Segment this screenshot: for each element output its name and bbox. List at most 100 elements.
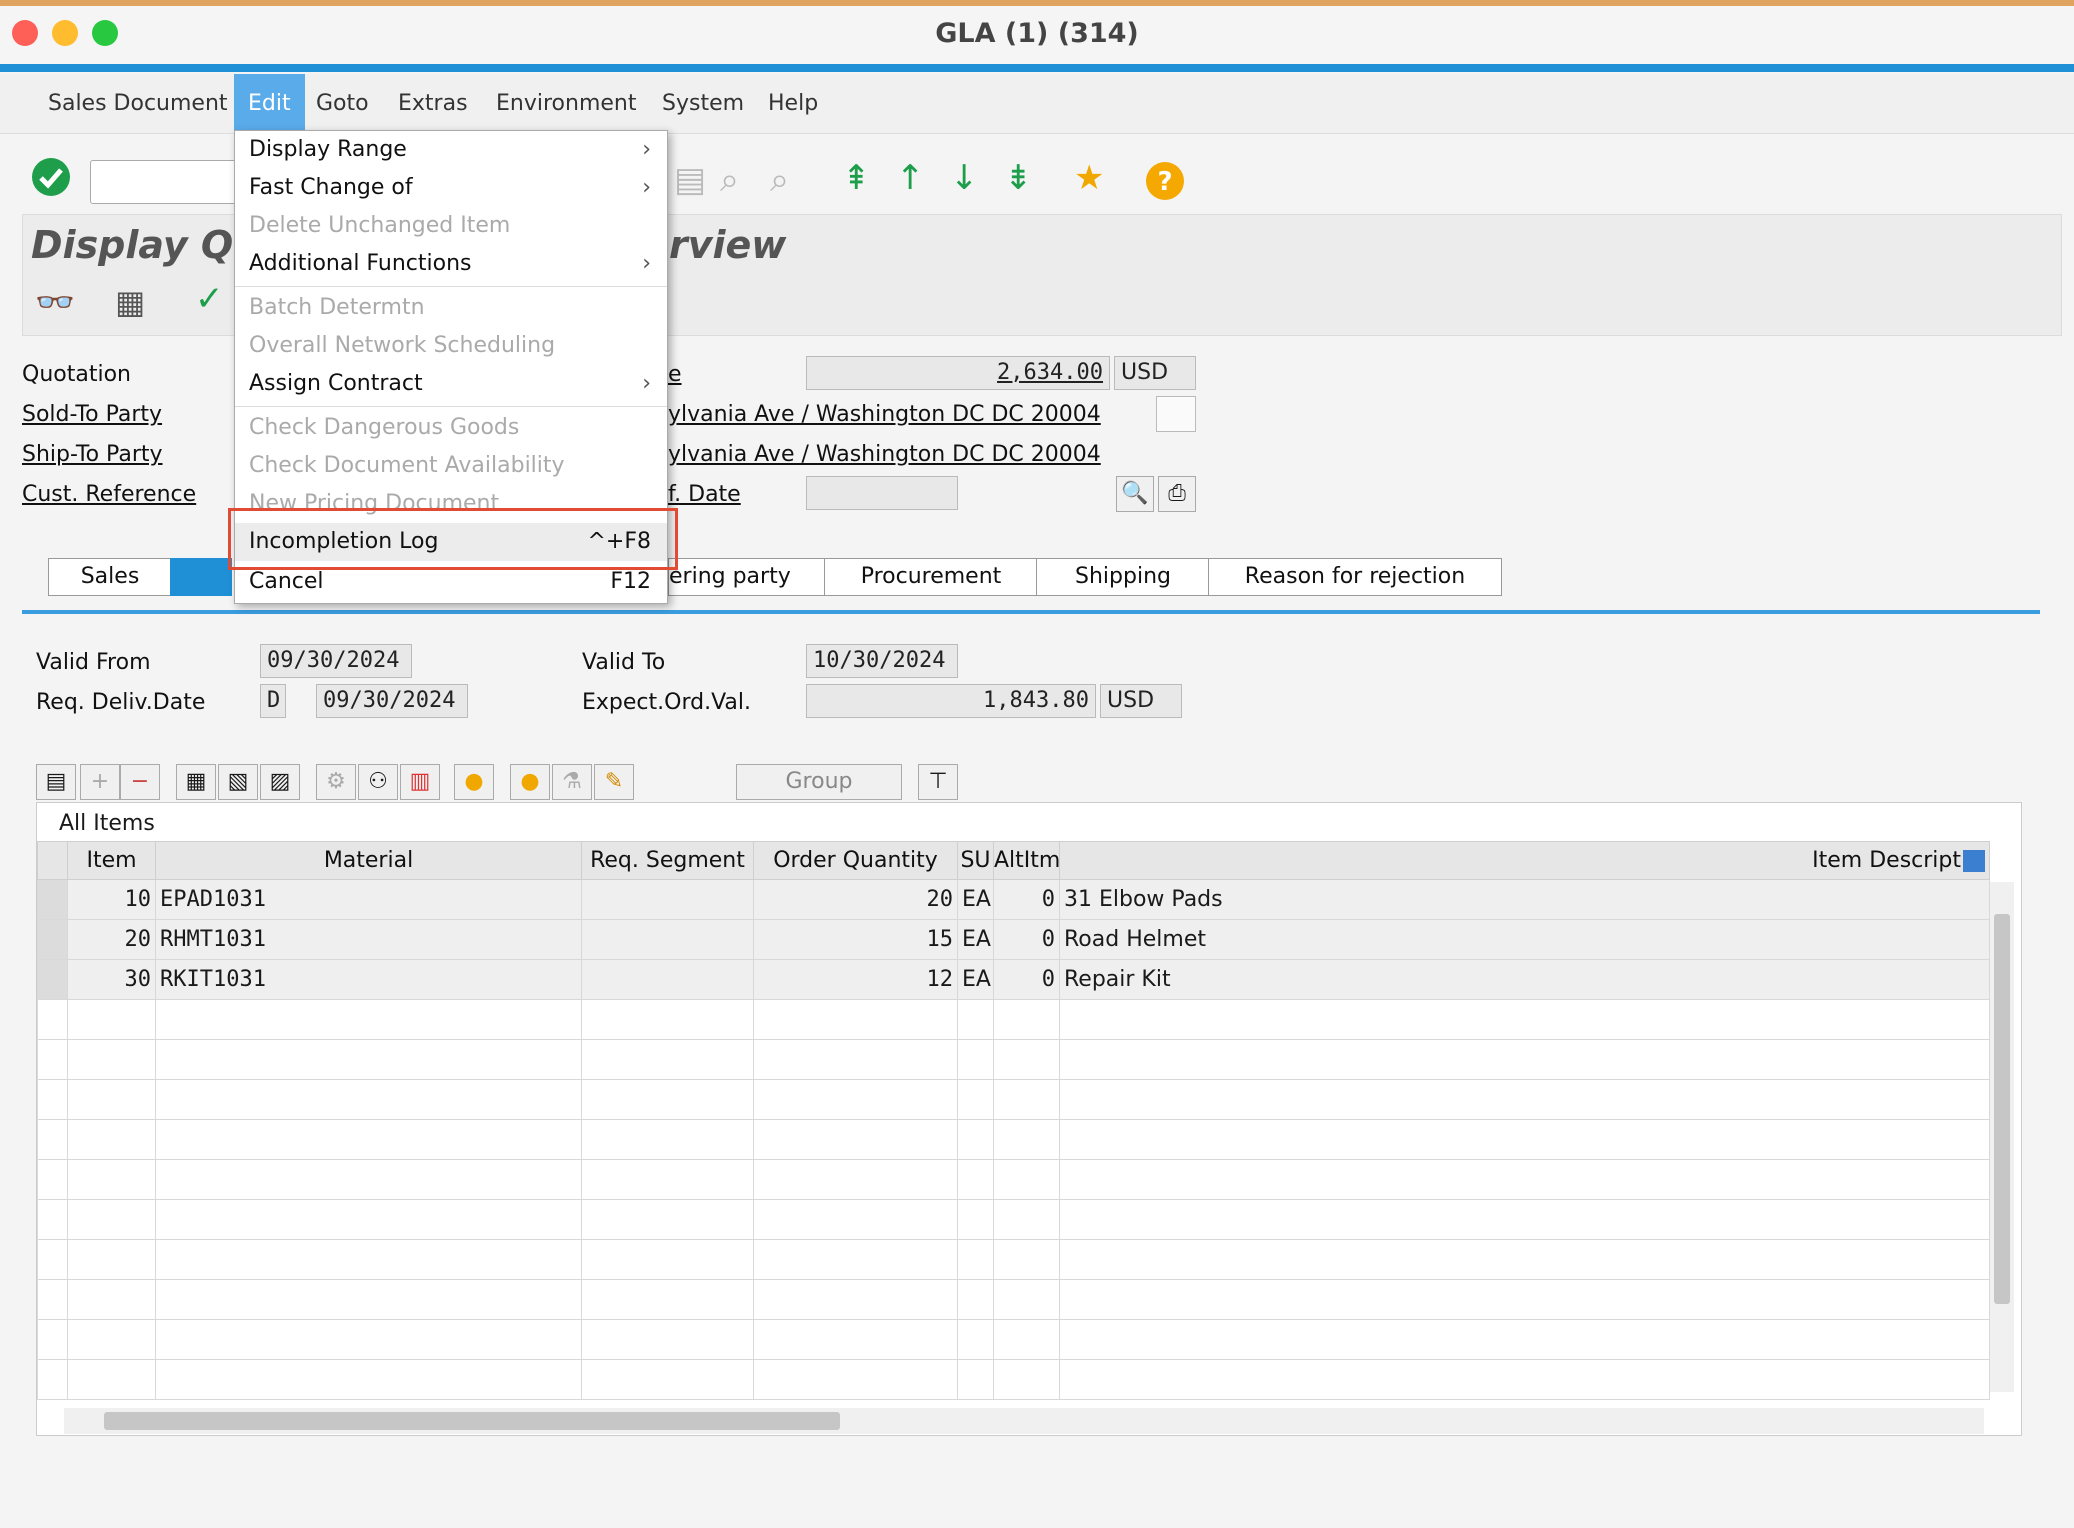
quantity-cell[interactable]: 20 bbox=[753, 879, 958, 920]
menu-system[interactable]: System bbox=[648, 74, 758, 134]
notes-icon[interactable]: ✎ bbox=[594, 764, 634, 800]
empty-row[interactable] bbox=[37, 1079, 1990, 1120]
item-cell[interactable]: 30 bbox=[67, 959, 156, 1000]
menu-sales-document[interactable]: Sales Document bbox=[34, 74, 242, 134]
material-cell[interactable]: RKIT1031 bbox=[155, 959, 582, 1000]
vertical-scrollbar[interactable] bbox=[1990, 882, 2014, 1392]
empty-row[interactable] bbox=[37, 1119, 1990, 1160]
create-shortcut-icon[interactable]: ★ bbox=[1074, 156, 1104, 200]
batch-icon[interactable]: ⚗ bbox=[552, 764, 592, 800]
col-order-quantity[interactable]: Order Quantity bbox=[753, 841, 958, 880]
empty-row[interactable] bbox=[37, 1319, 1990, 1360]
altitm-cell[interactable]: 0 bbox=[993, 959, 1060, 1000]
vertical-scroll-thumb[interactable] bbox=[1994, 914, 2010, 1304]
help-icon[interactable]: ? bbox=[1144, 160, 1186, 202]
tab-item-overview[interactable] bbox=[170, 558, 232, 596]
req-deliv-date-field[interactable]: 09/30/2024 bbox=[316, 684, 468, 718]
table-row[interactable]: 30 RKIT1031 12 EA 0 Repair Kit bbox=[37, 959, 1990, 1000]
sold-to-details-icon[interactable] bbox=[1156, 396, 1196, 432]
altitm-cell[interactable]: 0 bbox=[993, 919, 1060, 960]
tab-sales[interactable]: Sales bbox=[48, 558, 172, 596]
row-selector[interactable] bbox=[37, 959, 68, 1000]
material-cell[interactable]: EPAD1031 bbox=[155, 879, 582, 920]
description-cell[interactable]: 31 Elbow Pads bbox=[1059, 879, 1990, 920]
display-document-icon[interactable]: 👓 bbox=[35, 283, 75, 321]
last-page-icon[interactable]: ⇟ bbox=[1004, 156, 1033, 200]
next-page-icon[interactable]: ↓ bbox=[950, 156, 979, 200]
su-cell[interactable]: EA bbox=[957, 959, 994, 1000]
cust-reference-label[interactable]: Cust. Reference bbox=[22, 482, 196, 507]
menu-item-fast-change-of[interactable]: Fast Change of › bbox=[235, 169, 667, 207]
find-next-icon[interactable]: ⌕ bbox=[770, 158, 789, 202]
empty-row[interactable] bbox=[37, 1239, 1990, 1280]
delete-row-icon[interactable]: − bbox=[120, 764, 160, 800]
description-cell[interactable]: Repair Kit bbox=[1059, 959, 1990, 1000]
ref-date-field[interactable] bbox=[806, 476, 958, 510]
req-deliv-type-field[interactable]: D bbox=[260, 684, 286, 718]
net-value-field[interactable]: 2,634.00 bbox=[806, 356, 1110, 390]
col-su[interactable]: SU bbox=[957, 841, 994, 880]
sold-to-label[interactable]: Sold-To Party bbox=[22, 402, 162, 427]
tab-reason-for-rejection[interactable]: Reason for rejection bbox=[1208, 558, 1502, 596]
select-block-icon[interactable]: ▧ bbox=[218, 764, 258, 800]
material-cell[interactable]: RHMT1031 bbox=[155, 919, 582, 960]
tree-structure-icon[interactable]: ⊤ bbox=[918, 764, 958, 800]
empty-row[interactable] bbox=[37, 1359, 1990, 1400]
valid-from-field[interactable]: 09/30/2024 bbox=[260, 644, 412, 678]
req-segment-cell[interactable] bbox=[581, 959, 754, 1000]
pricing-icon[interactable]: ● bbox=[510, 764, 550, 800]
find-icon[interactable]: ⌕ bbox=[720, 158, 739, 202]
insert-row-icon[interactable]: + bbox=[80, 764, 120, 800]
su-cell[interactable]: EA bbox=[957, 879, 994, 920]
col-material[interactable]: Material bbox=[155, 841, 582, 880]
conditions-icon[interactable]: ● bbox=[454, 764, 494, 800]
pricing-chart-icon[interactable]: ▥ bbox=[400, 764, 440, 800]
tab-shipping[interactable]: Shipping bbox=[1036, 558, 1210, 596]
horizontal-scroll-thumb[interactable] bbox=[104, 1412, 840, 1430]
document-header-icon[interactable]: ▦ bbox=[115, 283, 145, 321]
req-segment-cell[interactable] bbox=[581, 879, 754, 920]
item-cell[interactable]: 20 bbox=[67, 919, 156, 960]
previous-page-icon[interactable]: ↑ bbox=[896, 156, 925, 200]
horizontal-scrollbar[interactable] bbox=[64, 1408, 1984, 1434]
description-cell[interactable]: Road Helmet bbox=[1059, 919, 1990, 960]
display-customer-icon[interactable]: 🔍 bbox=[1116, 476, 1154, 512]
item-details-icon[interactable]: ▤ bbox=[36, 764, 76, 800]
sold-to-address[interactable]: ylvania Ave / Washington DC DC 20004 bbox=[668, 402, 1101, 427]
tab-ordering-party[interactable]: ering party bbox=[668, 558, 826, 596]
table-row[interactable]: 10 EPAD1031 20 EA 0 31 Elbow Pads bbox=[37, 879, 1990, 920]
select-all-icon[interactable]: ▦ bbox=[176, 764, 216, 800]
quantity-cell[interactable]: 15 bbox=[753, 919, 958, 960]
enter-checkmark-icon[interactable] bbox=[30, 156, 72, 198]
menu-item-additional-functions[interactable]: Additional Functions › bbox=[235, 245, 667, 283]
column-settings-icon[interactable] bbox=[1963, 850, 1985, 872]
menu-goto[interactable]: Goto bbox=[302, 74, 383, 134]
menu-help[interactable]: Help bbox=[754, 74, 832, 134]
command-field[interactable] bbox=[90, 160, 240, 204]
print-preview-icon[interactable]: ⎙ bbox=[1158, 476, 1196, 512]
tab-procurement[interactable]: Procurement bbox=[824, 558, 1038, 596]
quantity-cell[interactable]: 12 bbox=[753, 959, 958, 1000]
col-item-description[interactable]: Item Descript bbox=[1059, 841, 1990, 880]
req-segment-cell[interactable] bbox=[581, 919, 754, 960]
row-selector[interactable] bbox=[37, 879, 68, 920]
row-selector-header[interactable] bbox=[37, 841, 68, 880]
col-req-segment[interactable]: Req. Segment bbox=[581, 841, 754, 880]
menu-extras[interactable]: Extras bbox=[384, 74, 482, 134]
menu-item-display-range[interactable]: Display Range › bbox=[235, 131, 667, 169]
empty-row[interactable] bbox=[37, 1279, 1990, 1320]
table-row[interactable]: 20 RHMT1031 15 EA 0 Road Helmet bbox=[37, 919, 1990, 960]
check-incomplete-icon[interactable]: ✓ bbox=[195, 279, 224, 319]
menu-environment[interactable]: Environment bbox=[482, 74, 650, 134]
empty-row[interactable] bbox=[37, 999, 1990, 1040]
col-altitm[interactable]: AltItm bbox=[993, 841, 1060, 880]
menu-edit[interactable]: Edit bbox=[234, 74, 305, 134]
empty-row[interactable] bbox=[37, 1039, 1990, 1080]
altitm-cell[interactable]: 0 bbox=[993, 879, 1060, 920]
empty-row[interactable] bbox=[37, 1199, 1990, 1240]
row-selector[interactable] bbox=[37, 919, 68, 960]
group-button[interactable]: Group bbox=[736, 764, 902, 800]
availability-icon[interactable]: ⚇ bbox=[358, 764, 398, 800]
configuration-icon[interactable]: ⚙ bbox=[316, 764, 356, 800]
valid-to-field[interactable]: 10/30/2024 bbox=[806, 644, 958, 678]
